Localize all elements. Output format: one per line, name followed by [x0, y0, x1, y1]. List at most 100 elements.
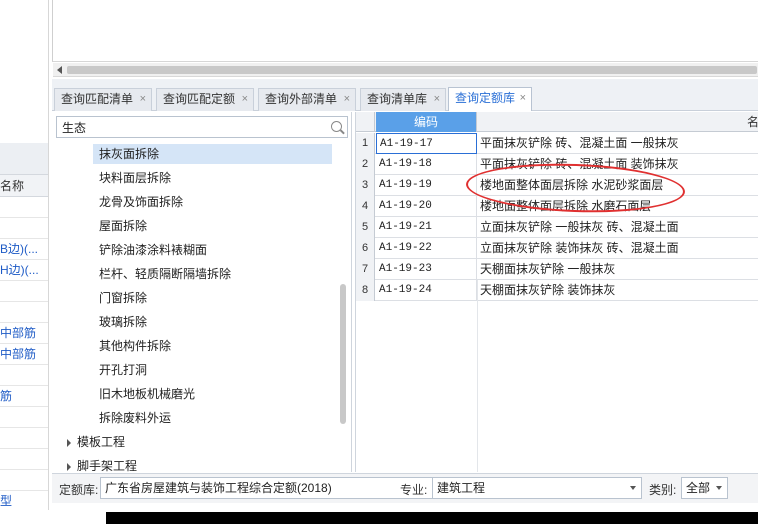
quota-code-cell[interactable]: A1-19-21	[376, 217, 477, 238]
table-row[interactable]: 3 A1-19-19 楼地面整体面层拆除 水泥砂浆面层	[356, 175, 758, 196]
tree-item[interactable]: 开孔打洞	[95, 360, 151, 380]
quota-library-select[interactable]: 广东省房屋建筑与装饰工程综合定额(2018)	[100, 477, 450, 499]
table-row[interactable]: 4 A1-19-20 楼地面整体面层拆除 水磨石面层	[356, 196, 758, 217]
tree-item[interactable]: 块料面层拆除	[95, 168, 175, 188]
search-icon[interactable]	[331, 121, 342, 132]
left-panel-row[interactable]	[0, 428, 48, 449]
left-panel-row[interactable]: 中部筋	[0, 323, 48, 344]
tree-item[interactable]: 玻璃拆除	[95, 312, 151, 332]
table-row[interactable]: 7 A1-19-23 天棚面抹灰铲除 一般抹灰	[356, 259, 758, 280]
expand-arrow-icon[interactable]	[67, 462, 71, 471]
tab-quota-library[interactable]: 查询定额库 ×	[448, 87, 532, 111]
tree-item[interactable]: 屋面拆除	[95, 216, 151, 236]
grid-header: 编码 名	[356, 112, 758, 132]
quota-name-cell[interactable]: 天棚面抹灰铲除 装饰抹灰	[478, 280, 758, 301]
left-panel-row[interactable]: B边)(...	[0, 239, 48, 260]
bottom-black-strip	[106, 512, 758, 524]
quota-code-cell[interactable]: A1-19-19	[376, 175, 477, 196]
search-box[interactable]	[56, 116, 348, 138]
quota-library-value: 广东省房屋建筑与装饰工程综合定额(2018)	[105, 481, 332, 495]
quota-code-cell[interactable]: A1-19-20	[376, 196, 477, 217]
column-header-name[interactable]: 名	[478, 112, 758, 132]
left-panel-row[interactable]	[0, 449, 48, 470]
chevron-down-icon	[716, 486, 722, 490]
close-icon[interactable]: ×	[434, 89, 440, 110]
tab-external-list[interactable]: 查询外部清单 ×	[258, 88, 356, 111]
tree-parent-node[interactable]: 模板工程	[67, 432, 125, 452]
quota-code-cell[interactable]: A1-19-22	[376, 238, 477, 259]
tree-item[interactable]: 拆除废料外运	[95, 408, 175, 428]
scrollbar-thumb[interactable]	[67, 66, 757, 74]
left-panel-row[interactable]	[0, 281, 48, 302]
column-header-code[interactable]: 编码	[376, 112, 477, 132]
quota-name-cell[interactable]: 立面抹灰铲除 装饰抹灰 砖、混凝土面	[478, 238, 758, 259]
tree-item[interactable]: 门窗拆除	[95, 288, 151, 308]
tab-label: 查询清单库	[367, 92, 428, 106]
chevron-down-icon	[630, 486, 636, 490]
scroll-left-arrow-icon[interactable]	[57, 66, 62, 74]
left-panel-name-header: 名称	[0, 175, 48, 197]
left-panel-row[interactable]	[0, 365, 48, 386]
quota-name-cell[interactable]: 楼地面整体面层拆除 水磨石面层	[478, 196, 758, 217]
tab-match-list[interactable]: 查询匹配清单 ×	[54, 88, 152, 111]
table-row[interactable]: 8 A1-19-24 天棚面抹灰铲除 装饰抹灰	[356, 280, 758, 301]
close-icon[interactable]: ×	[520, 88, 526, 109]
upper-editor-area	[52, 0, 758, 62]
search-input[interactable]	[57, 117, 317, 137]
specialty-select[interactable]: 建筑工程	[432, 477, 642, 499]
tree-item[interactable]: 抹灰面拆除	[93, 144, 332, 164]
left-panel-row[interactable]	[0, 302, 48, 323]
close-icon[interactable]: ×	[242, 89, 248, 110]
quota-code-cell[interactable]: A1-19-17	[376, 133, 477, 154]
tree-item[interactable]: 其他构件拆除	[95, 336, 175, 356]
left-panel-row[interactable]	[0, 470, 48, 491]
tree-item[interactable]: 龙骨及饰面拆除	[95, 192, 187, 212]
row-number: 2	[356, 154, 375, 175]
tab-bar: 查询匹配清单 × 查询匹配定额 × 查询外部清单 × 查询清单库 × 查询定额库…	[52, 79, 758, 111]
table-row[interactable]: 6 A1-19-22 立面抹灰铲除 装饰抹灰 砖、混凝土面	[356, 238, 758, 259]
tree-item[interactable]: 铲除油漆涂料裱糊面	[95, 240, 211, 260]
tree-parent-label: 模板工程	[77, 435, 126, 449]
close-icon[interactable]: ×	[344, 89, 350, 110]
left-panel-row[interactable]: H边)(...	[0, 260, 48, 281]
quota-code-cell[interactable]: A1-19-18	[376, 154, 477, 175]
row-number: 1	[356, 133, 375, 154]
left-panel-row[interactable]	[0, 407, 48, 428]
tree-item[interactable]: 旧木地板机械磨光	[95, 384, 199, 404]
filter-bar: 定额库: 广东省房屋建筑与装饰工程综合定额(2018) 专业: 建筑工程 类别:…	[52, 473, 758, 503]
horizontal-scrollbar[interactable]	[53, 63, 758, 77]
quota-name-cell[interactable]: 平面抹灰铲除 砖、混凝土面 装饰抹灰	[478, 154, 758, 175]
table-row[interactable]: 2 A1-19-18 平面抹灰铲除 砖、混凝土面 装饰抹灰	[356, 154, 758, 175]
tree-item[interactable]: 栏杆、轻质隔断隔墙拆除	[95, 264, 235, 284]
quota-name-cell[interactable]: 天棚面抹灰铲除 一般抹灰	[478, 259, 758, 280]
category-select[interactable]: 全部	[681, 477, 728, 499]
tree-vertical-scrollbar[interactable]	[338, 148, 348, 472]
tab-match-quota[interactable]: 查询匹配定额 ×	[156, 88, 254, 111]
left-panel-row[interactable]	[0, 197, 48, 218]
quota-code-cell[interactable]: A1-19-23	[376, 259, 477, 280]
quota-name-cell[interactable]: 平面抹灰铲除 砖、混凝土面 一般抹灰	[478, 133, 758, 154]
tab-label: 查询定额库	[455, 91, 516, 105]
table-row[interactable]: 5 A1-19-21 立面抹灰铲除 一般抹灰 砖、混凝土面	[356, 217, 758, 238]
left-panel-row[interactable]: 型	[0, 491, 48, 510]
quota-tree-panel: 抹灰面拆除块料面层拆除龙骨及饰面拆除屋面拆除铲除油漆涂料裱糊面栏杆、轻质隔断隔墙…	[52, 112, 352, 473]
table-row[interactable]: 1 A1-19-17 平面抹灰铲除 砖、混凝土面 一般抹灰	[356, 133, 758, 154]
row-number: 4	[356, 196, 375, 217]
tab-label: 查询匹配清单	[61, 92, 134, 106]
column-divider	[477, 280, 478, 472]
category-label: 类别:	[649, 483, 677, 497]
expand-arrow-icon[interactable]	[67, 438, 71, 447]
quota-name-cell[interactable]: 楼地面整体面层拆除 水泥砂浆面层	[478, 175, 758, 196]
quota-code-cell[interactable]: A1-19-24	[376, 280, 477, 301]
left-panel-row[interactable]: 筋	[0, 386, 48, 407]
grid-corner	[356, 112, 375, 132]
scrollbar-thumb[interactable]	[340, 284, 346, 424]
close-icon[interactable]: ×	[140, 89, 146, 110]
left-panel: 名称 B边)(... H边)(... 中部筋 中部筋筋型	[0, 0, 49, 510]
left-panel-row[interactable]: 中部筋	[0, 344, 48, 365]
quota-name-cell[interactable]: 立面抹灰铲除 一般抹灰 砖、混凝土面	[478, 217, 758, 238]
bottom-left-area	[0, 510, 106, 524]
left-panel-row[interactable]	[0, 218, 48, 239]
tab-list-library[interactable]: 查询清单库 ×	[360, 88, 446, 111]
quota-library-label: 定额库:	[59, 483, 99, 497]
